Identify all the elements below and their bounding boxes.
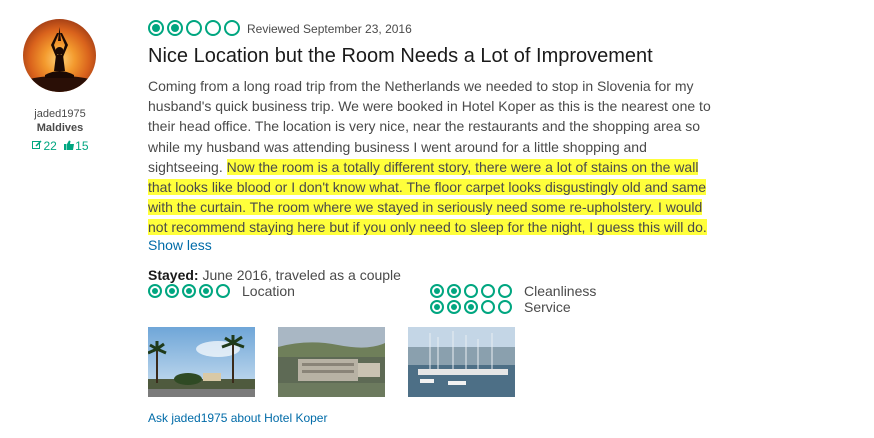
empty-bubble-icon (224, 19, 240, 36)
stayed-info: Stayed: June 2016, traveled as a couple (148, 267, 401, 283)
review-date: Reviewed September 23, 2016 (247, 22, 412, 36)
service-rating-bubbles (430, 300, 512, 314)
user-location: Maldives (36, 122, 84, 134)
review-rating (148, 19, 240, 37)
filled-bubble-icon (447, 284, 461, 298)
empty-bubble-icon (205, 19, 221, 36)
review-photo-hotel-aerial[interactable] (278, 327, 385, 397)
thumbs-up-icon (64, 139, 75, 153)
empty-bubble-icon (216, 284, 230, 298)
rating-bubbles (148, 19, 240, 36)
user-stats: 22 15 (0, 138, 120, 153)
stayed-value: June 2016, traveled as a couple (198, 267, 401, 283)
stayed-label: Stayed: (148, 267, 199, 283)
helpful-votes-count[interactable]: 15 (75, 139, 88, 153)
filled-bubble-icon (447, 300, 461, 314)
filled-bubble-icon (464, 300, 478, 314)
filled-bubble-icon (430, 284, 444, 298)
ask-reviewer-link[interactable]: Ask jaded1975 about Hotel Koper (148, 411, 327, 425)
filled-bubble-icon (148, 19, 164, 36)
filled-bubble-icon (148, 284, 162, 298)
review-text-highlighted: Now the room is a totally different stor… (148, 158, 707, 236)
review-text: Coming from a long road trip from the Ne… (148, 76, 720, 238)
empty-bubble-icon (186, 19, 202, 36)
avatar[interactable] (23, 19, 96, 92)
meditation-silhouette-icon (23, 27, 96, 92)
sub-rating-service: Service (430, 299, 571, 315)
empty-bubble-icon (498, 284, 512, 298)
filled-bubble-icon (165, 284, 179, 298)
review-photo-palm-trees[interactable] (148, 327, 255, 397)
sub-rating-label: Cleanliness (524, 283, 597, 299)
sub-rating-location: Location (148, 283, 295, 299)
reviews-count[interactable]: 22 (43, 139, 56, 153)
empty-bubble-icon (464, 284, 478, 298)
filled-bubble-icon (430, 300, 444, 314)
username[interactable]: jaded1975 (0, 108, 120, 120)
sub-rating-label: Service (524, 299, 571, 315)
empty-bubble-icon (481, 300, 495, 314)
sub-rating-label: Location (242, 283, 295, 299)
review-title[interactable]: Nice Location but the Room Needs a Lot o… (148, 45, 653, 68)
show-less-link[interactable]: Show less (148, 237, 212, 253)
sub-rating-cleanliness: Cleanliness (430, 283, 596, 299)
review-photo-marina[interactable] (408, 327, 515, 397)
cleanliness-rating-bubbles (430, 284, 512, 298)
empty-bubble-icon (481, 284, 495, 298)
pencil-icon (32, 139, 42, 153)
empty-bubble-icon (498, 300, 512, 314)
filled-bubble-icon (182, 284, 196, 298)
location-rating-bubbles (148, 284, 230, 298)
filled-bubble-icon (167, 19, 183, 36)
filled-bubble-icon (199, 284, 213, 298)
